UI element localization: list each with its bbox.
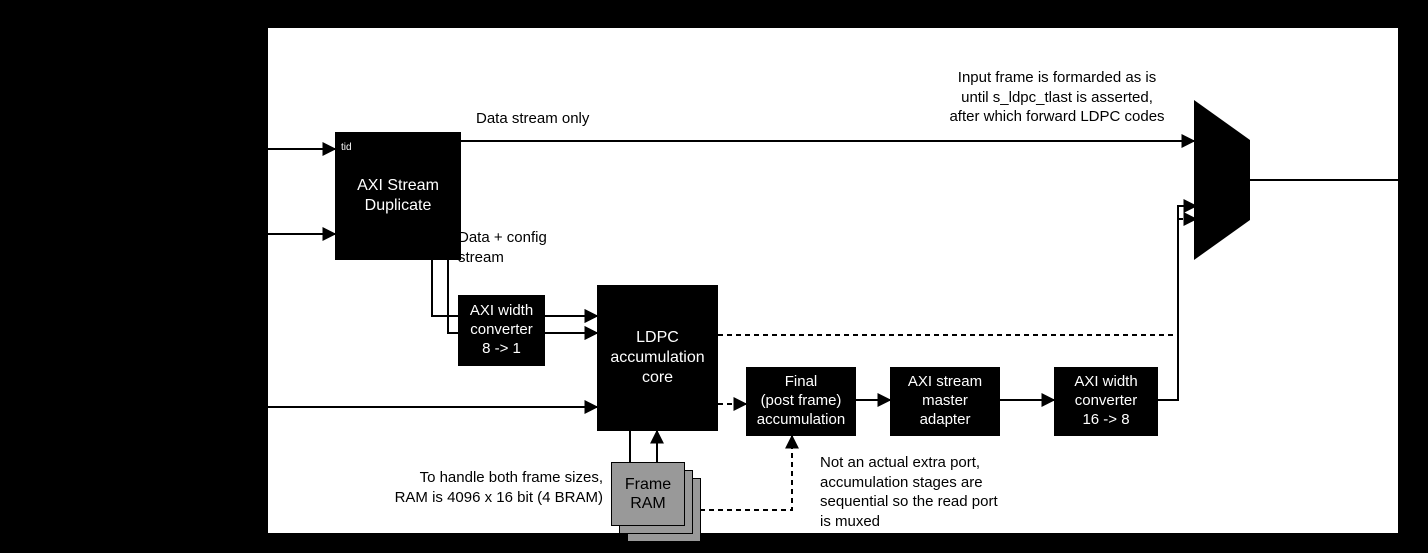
- axi-stream-master-adapter-label: AXI stream master adapter: [908, 373, 982, 429]
- final-accumulation-block: Final (post frame) accumulation: [746, 367, 856, 436]
- axi-stream-duplicate-label: AXI Stream Duplicate: [357, 176, 439, 216]
- ldpc-accumulation-core-label: LDPC accumulation core: [610, 328, 704, 388]
- final-accumulation-label: Final (post frame) accumulation: [757, 373, 845, 429]
- note-ram-size: To handle both frame sizes, RAM is 4096 …: [387, 468, 603, 507]
- axi-width-converter-8-1-block: AXI width converter 8 -> 1: [458, 295, 545, 366]
- axi-width-converter-16-8-block: AXI width converter 16 -> 8: [1054, 367, 1158, 436]
- axi-stream-master-adapter-block: AXI stream master adapter: [890, 367, 1000, 436]
- note-output-behavior: Input frame is formarded as is until s_l…: [930, 68, 1184, 127]
- note-data-config: Data + config stream: [458, 228, 547, 267]
- frame-ram-front: Frame RAM: [611, 462, 685, 526]
- ldpc-accumulation-core-block: LDPC accumulation core: [597, 285, 718, 431]
- note-mux-port: Not an actual extra port, accumulation s…: [820, 453, 998, 531]
- note-data-stream-only: Data stream only: [476, 109, 589, 129]
- axi-width-converter-16-8-label: AXI width converter 16 -> 8: [1074, 373, 1137, 429]
- axi-stream-duplicate-block: AXI Stream Duplicate: [335, 132, 461, 260]
- frame-ram-stack: Frame RAM: [611, 462, 701, 542]
- axi-width-converter-8-1-label: AXI width converter 8 -> 1: [470, 302, 533, 358]
- output-mux: [1194, 100, 1250, 260]
- frame-ram-label: Frame RAM: [625, 475, 671, 513]
- tid-label: tid: [341, 142, 352, 153]
